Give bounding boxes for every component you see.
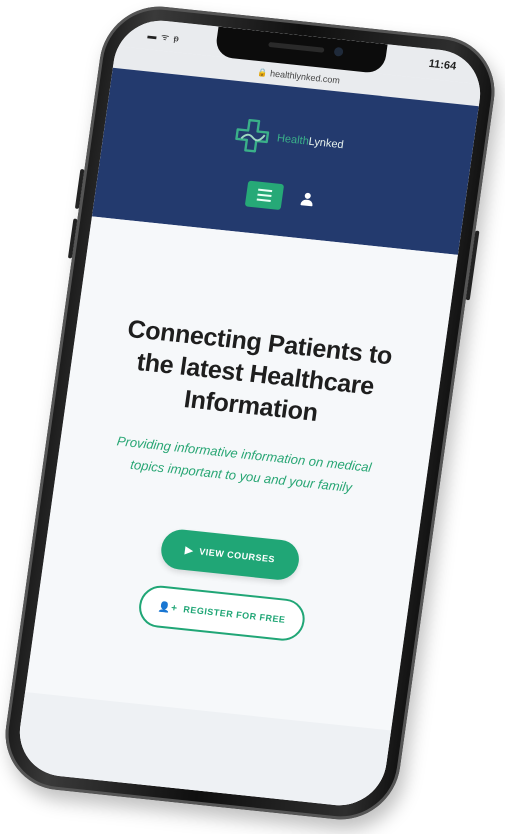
play-icon: ▶: [184, 544, 195, 557]
user-icon[interactable]: [299, 192, 315, 207]
url-text: healthlynked.com: [269, 68, 341, 86]
logo-text-primary: Health: [276, 132, 310, 148]
status-icons: ▬ ᯤ ᵽ: [146, 30, 181, 44]
header-controls: [244, 180, 316, 214]
logo-text-secondary: Lynked: [307, 135, 345, 152]
status-time: 11:64: [427, 57, 457, 73]
logo-text: HealthLynked: [276, 132, 344, 151]
hamburger-menu-icon[interactable]: [244, 180, 285, 211]
phone-screen: ▬ ᯤ ᵽ 11:64 🔒 healthlynked.com HealthLyn…: [13, 16, 487, 810]
hero-subtitle: Providing informative information on med…: [63, 425, 423, 506]
speaker-grille: [268, 41, 325, 53]
phone-mockup: ▬ ᯤ ᵽ 11:64 🔒 healthlynked.com HealthLyn…: [0, 0, 502, 826]
front-camera: [333, 46, 344, 57]
view-courses-button[interactable]: ▶ VIEW COURSES: [158, 527, 302, 582]
add-user-icon: 👤+: [157, 601, 179, 614]
hero-title: Connecting Patients to the latest Health…: [66, 308, 445, 442]
register-label: REGISTER FOR FREE: [182, 604, 287, 625]
hero-section: Connecting Patients to the latest Health…: [13, 216, 458, 810]
view-courses-label: VIEW COURSES: [198, 546, 276, 565]
medical-cross-logo-icon: [235, 118, 270, 153]
site-logo[interactable]: HealthLynked: [231, 115, 347, 164]
lock-icon: 🔒: [257, 67, 269, 78]
register-button[interactable]: 👤+ REGISTER FOR FREE: [136, 583, 308, 643]
page-stage: ▬ ᯤ ᵽ 11:64 🔒 healthlynked.com HealthLyn…: [0, 0, 505, 834]
